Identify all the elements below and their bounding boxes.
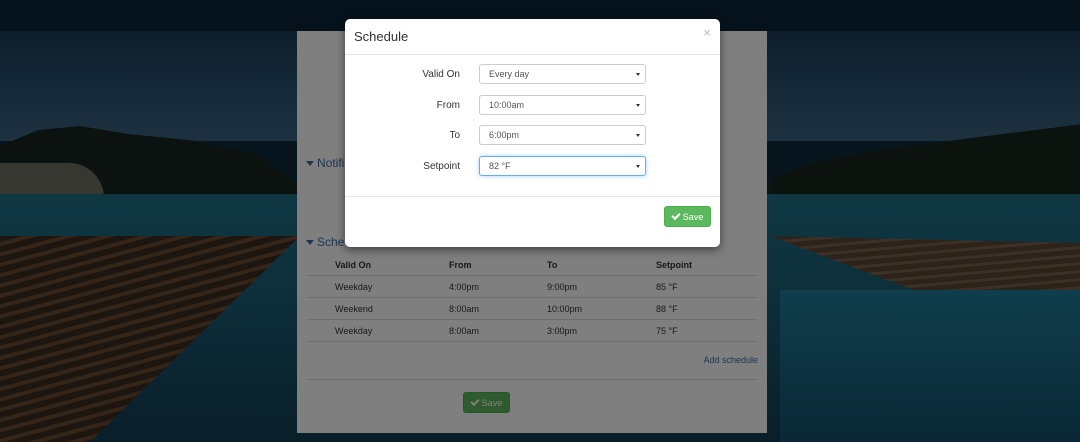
valid-on-value: Every day	[489, 69, 530, 79]
modal-title: Schedule	[354, 29, 409, 44]
from-label: From	[436, 100, 460, 111]
to-select[interactable]: 6:00pm	[479, 125, 646, 145]
caret-down-icon	[636, 104, 640, 107]
modal-header: Schedule ×	[345, 19, 720, 55]
setpoint-select[interactable]: 82 °F	[479, 156, 646, 176]
setpoint-label: Setpoint	[423, 161, 460, 172]
modal-save-button-label: Save	[682, 211, 704, 222]
from-row: From 10:00am	[345, 95, 720, 115]
setpoint-value: 82 °F	[489, 161, 511, 171]
caret-down-icon	[636, 73, 640, 76]
to-label: To	[449, 130, 460, 141]
from-value: 10:00am	[489, 100, 525, 110]
modal-save-button[interactable]: Save	[664, 206, 711, 227]
close-icon[interactable]: ×	[703, 25, 711, 40]
from-select[interactable]: 10:00am	[479, 95, 646, 115]
to-value: 6:00pm	[489, 130, 520, 140]
valid-on-select[interactable]: Every day	[479, 64, 646, 84]
check-icon	[671, 210, 681, 221]
to-row: To 6:00pm	[345, 125, 720, 145]
valid-on-row: Valid On Every day	[345, 64, 720, 84]
schedule-modal: Schedule × Valid On Every day From 10:00…	[345, 19, 720, 247]
caret-down-icon	[636, 165, 640, 168]
caret-down-icon	[636, 134, 640, 137]
valid-on-label: Valid On	[422, 69, 460, 80]
setpoint-row: Setpoint 82 °F	[345, 156, 720, 176]
